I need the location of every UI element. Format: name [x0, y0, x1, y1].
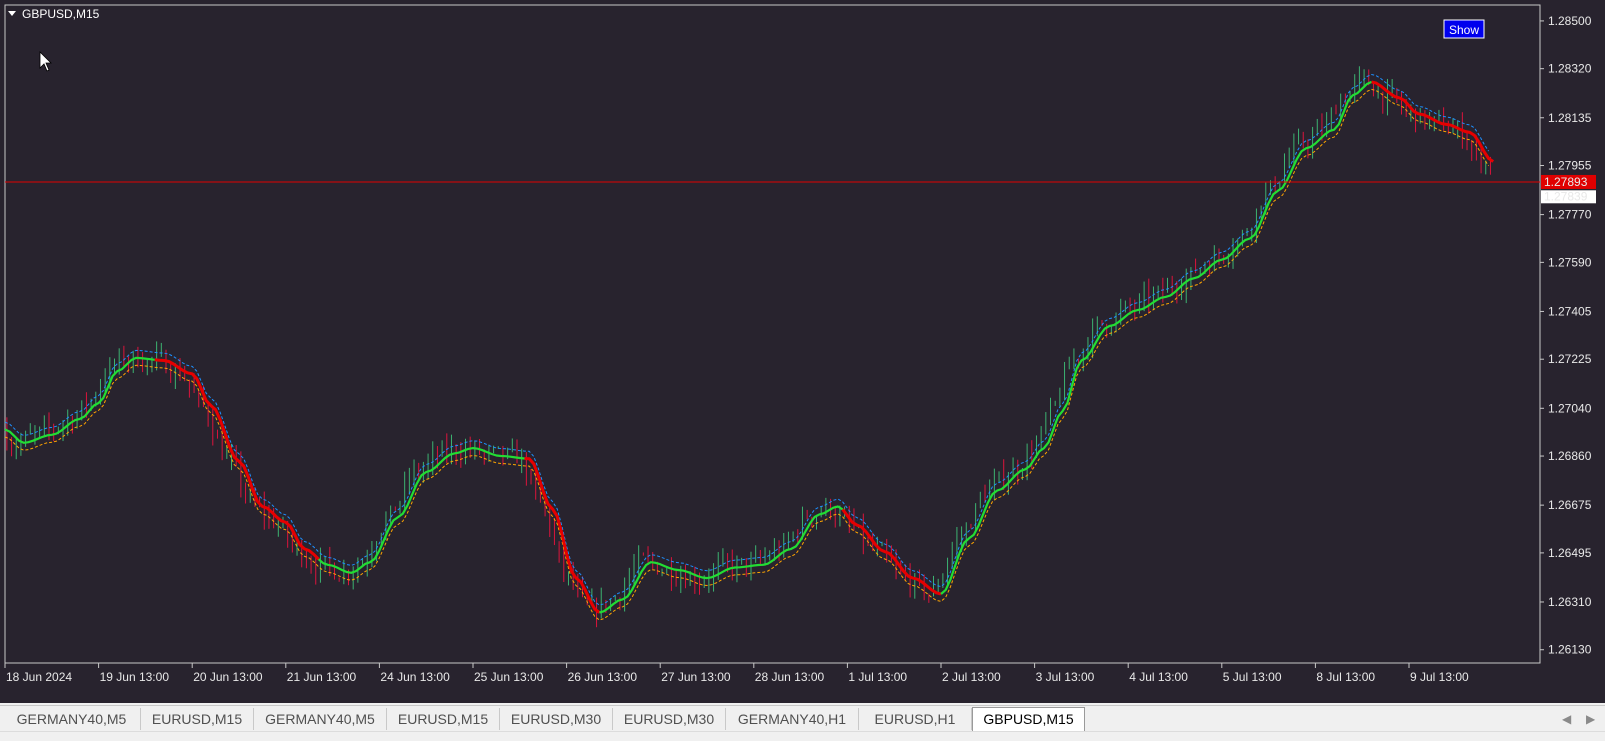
time-tick-label: 21 Jun 13:00: [287, 670, 357, 684]
ma-up-segment: [317, 447, 525, 574]
show-button-label[interactable]: Show: [1449, 23, 1479, 37]
time-tick-label: 3 Jul 13:00: [1036, 670, 1095, 684]
price-tick-label: 1.27040: [1548, 401, 1592, 415]
chart-symbol-title: GBPUSD,M15: [22, 7, 100, 21]
ma-down-segment: [1371, 80, 1495, 163]
tab-eurusd-m30[interactable]: EURUSD,M30: [613, 708, 726, 730]
chart-window[interactable]: 1.28500 1.28320 1.28135 1.27955 1.27770 1.275…: [0, 0, 1605, 703]
upper-band-line: [4, 73, 1490, 606]
time-tick-label: 4 Jul 13:00: [1129, 670, 1188, 684]
time-tick-label: 19 Jun 13:00: [100, 670, 170, 684]
chart-tabs: GERMANY40,M5 EURUSD,M15 GERMANY40,M5 EURUSD…: [0, 705, 1605, 732]
tab-eurusd-m15[interactable]: EURUSD,M15: [387, 708, 500, 730]
price-tick-label: 1.26310: [1548, 595, 1592, 609]
envelope-bands: [4, 73, 1490, 621]
ma-down-segment: [154, 358, 320, 561]
price-tick-label: 1.27225: [1548, 352, 1592, 366]
tab-germany40-m5[interactable]: GERMANY40,M5: [254, 708, 387, 730]
ma-up-segment: [599, 505, 844, 614]
tab-gbpusd-m15[interactable]: GBPUSD,M15: [972, 707, 1085, 732]
collapse-triangle-icon[interactable]: [8, 11, 16, 16]
scroll-left-icon[interactable]: ◀: [1562, 712, 1571, 726]
price-tick-label: 1.26495: [1548, 546, 1592, 560]
time-tick-label: 5 Jul 13:00: [1223, 670, 1282, 684]
scroll-right-icon[interactable]: ▶: [1586, 712, 1595, 726]
price-tick-label: 1.27405: [1548, 304, 1592, 318]
tab-eurusd-h1[interactable]: EURUSD,H1: [859, 708, 972, 730]
price-tick-label: 1.27590: [1548, 255, 1592, 269]
lower-band-line: [4, 88, 1490, 621]
time-tick-label: 28 Jun 13:00: [755, 670, 825, 684]
time-tick-label: 25 Jun 13:00: [474, 670, 544, 684]
tab-germany40-m5[interactable]: GERMANY40,M5: [3, 708, 141, 730]
plot-frame: [4, 4, 1541, 664]
bid-price-label: 1.27893: [1544, 175, 1588, 189]
tab-eurusd-m15[interactable]: EURUSD,M15: [141, 708, 254, 730]
price-tick-label: 1.27955: [1548, 159, 1592, 173]
ma-up-segment: [940, 80, 1373, 595]
tab-eurusd-m30[interactable]: EURUSD,M30: [500, 708, 613, 730]
mouse-cursor-icon: [39, 51, 52, 72]
price-tick-label: 1.28320: [1548, 62, 1592, 76]
show-button[interactable]: Show: [1443, 19, 1485, 39]
price-tick-label: 1.26130: [1548, 643, 1592, 657]
price-tick-label: 1.28500: [1548, 14, 1592, 28]
ma-up-segment: [4, 356, 155, 444]
ask-price-label: 1.27839: [1544, 189, 1588, 203]
candles: [6, 66, 1491, 628]
time-tick-label: 2 Jul 13:00: [942, 670, 1001, 684]
time-tick-label: 8 Jul 13:00: [1316, 670, 1375, 684]
price-tick-label: 1.28135: [1548, 111, 1592, 125]
price-tick-label: 1.27770: [1548, 208, 1592, 222]
price-chart[interactable]: 1.28500 1.28320 1.28135 1.27955 1.27770 1.275…: [0, 0, 1605, 703]
moving-average: [4, 80, 1495, 614]
price-tick-label: 1.26860: [1548, 449, 1592, 463]
tab-germany40-h1[interactable]: GERMANY40,H1: [726, 708, 859, 730]
time-tick-label: 9 Jul 13:00: [1410, 670, 1469, 684]
time-tick-label: 18 Jun 2024: [6, 670, 72, 684]
time-tick-label: 27 Jun 13:00: [661, 670, 731, 684]
time-tick-label: 24 Jun 13:00: [380, 670, 450, 684]
time-tick-label: 26 Jun 13:00: [568, 670, 638, 684]
time-tick-label: 20 Jun 13:00: [193, 670, 263, 684]
price-tick-label: 1.26675: [1548, 498, 1592, 512]
time-tick-label: 1 Jul 13:00: [848, 670, 907, 684]
